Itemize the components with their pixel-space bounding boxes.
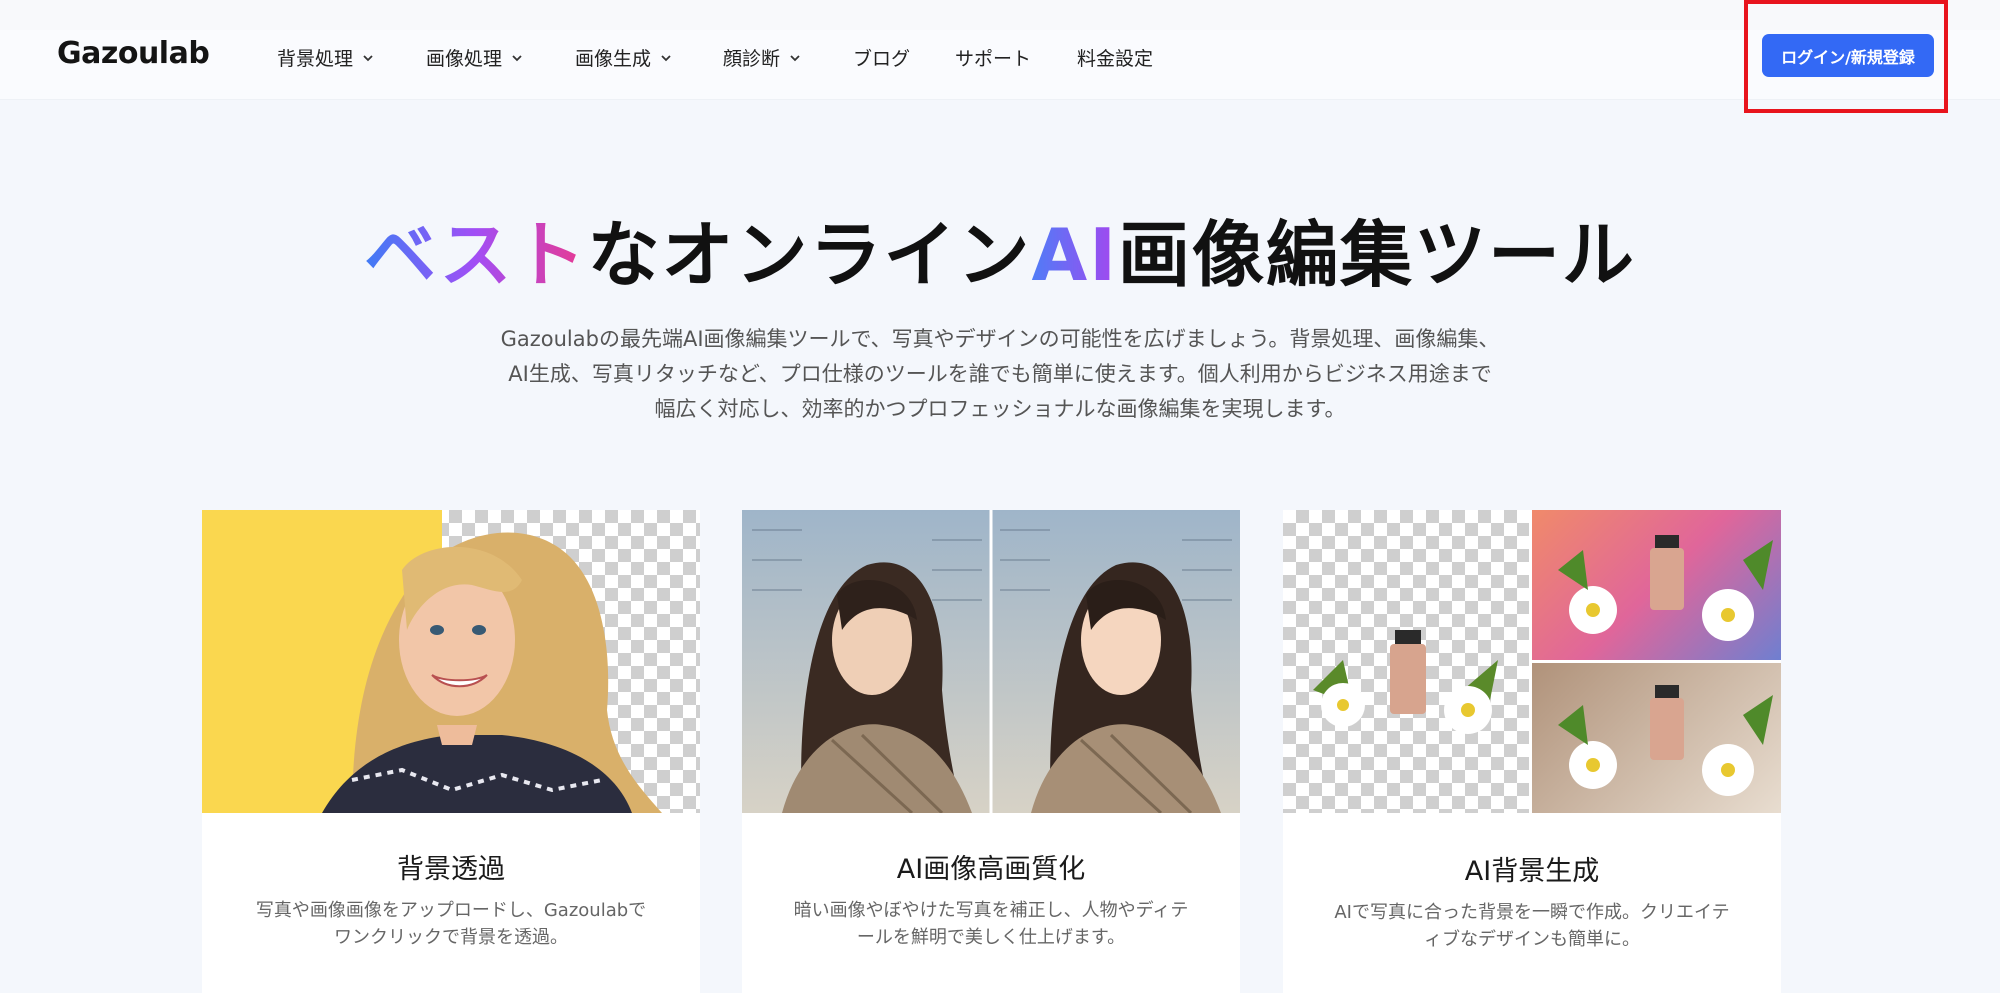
card-description: AIで写真に合った背景を一瞬で作成。クリエイテ ィブなデザインも簡単に。 (1313, 899, 1751, 953)
logo[interactable]: Gazoulab (57, 36, 210, 71)
card-image (1283, 510, 1781, 813)
nav-label: 画像生成 (575, 48, 652, 70)
nav-item-background[interactable]: 背景処理 (277, 44, 375, 71)
nav-label: 顔診断 (723, 48, 781, 70)
nav-label: 料金設定 (1077, 48, 1154, 70)
nav-label: ブログ (853, 48, 911, 70)
card-title: 背景透過 (397, 854, 505, 885)
card-description-line: AIで写真に合った背景を一瞬で作成。クリエイテ (1334, 902, 1730, 923)
nav-label: 背景処理 (277, 48, 354, 70)
card-description: 暗い画像やぼやけた写真を補正し、人物やディテ ールを鮮明で美しく仕上げます。 (772, 897, 1210, 951)
nav-item-image-generation[interactable]: 画像生成 (575, 44, 673, 71)
card-ai-upscale[interactable]: AI画像高画質化 暗い画像やぼやけた写真を補正し、人物やディテ ールを鮮明で美し… (742, 510, 1240, 993)
card-image (742, 510, 1240, 813)
card-background-removal[interactable]: 背景透過 写真や画像画像をアップロードし、Gazoulabで ワンクリックで背景… (202, 510, 700, 993)
nav-label: サポート (955, 48, 1032, 70)
hero-title: ベストなオンラインAI画像編集ツール (0, 196, 2000, 301)
card-description-line: ワンクリックで背景を透過。 (334, 927, 568, 948)
before-after-portrait-image (742, 510, 1240, 813)
nav-item-pricing[interactable]: 料金設定 (1077, 44, 1153, 71)
hero-description: Gazoulabの最先端AI画像編集ツールで、写真やデザインの可能性を広げましょ… (440, 322, 1560, 427)
card-description-line: ールを鮮明で美しく仕上げます。 (856, 927, 1126, 948)
hero-title-ai: AI (1031, 213, 1118, 297)
card-title: AI画像高画質化 (896, 854, 1086, 885)
card-image (202, 510, 700, 813)
card-ai-background-generation[interactable]: AI背景生成 AIで写真に合った背景を一瞬で作成。クリエイテ ィブなデザインも簡… (1283, 510, 1781, 993)
nav-label: 画像処理 (426, 48, 503, 70)
nav-item-face-diagnosis[interactable]: 顔診断 (723, 44, 802, 71)
chevron-down-icon (512, 54, 522, 61)
top-strip (0, 0, 2000, 30)
hero-description-line: Gazoulabの最先端AI画像編集ツールで、写真やデザインの可能性を広げましょ… (500, 327, 1500, 351)
nav-item-image-processing[interactable]: 画像処理 (426, 44, 524, 71)
card-description: 写真や画像画像をアップロードし、Gazoulabで ワンクリックで背景を透過。 (232, 897, 670, 951)
card-description-line: 写真や画像画像をアップロードし、Gazoulabで (255, 900, 647, 921)
nav-item-support[interactable]: サポート (955, 44, 1031, 71)
chevron-down-icon (661, 54, 671, 61)
card-title: AI背景生成 (1464, 856, 1600, 887)
hero-title-text: なオンライン (587, 213, 1032, 297)
hero-title-text-end: 画像編集ツール (1117, 213, 1636, 297)
product-flower-images (1313, 510, 1781, 813)
portrait-woman-image (322, 532, 662, 813)
chevron-down-icon (363, 54, 373, 61)
hero-description-line: 幅広く対応し、効率的かつプロフェッショナルな画像編集を実現します。 (654, 397, 1346, 421)
card-description-line: ィブなデザインも簡単に。 (1424, 929, 1640, 950)
chevron-down-icon (790, 54, 800, 61)
card-description-line: 暗い画像やぼやけた写真を補正し、人物やディテ (793, 900, 1189, 921)
hero-title-highlight: ベスト (364, 213, 588, 297)
nav-item-blog[interactable]: ブログ (853, 44, 910, 71)
highlight-annotation-box (1744, 0, 1948, 113)
hero-description-line: AI生成、写真リタッチなど、プロ仕様のツールを誰でも簡単に使えます。個人利用から… (508, 362, 1492, 386)
